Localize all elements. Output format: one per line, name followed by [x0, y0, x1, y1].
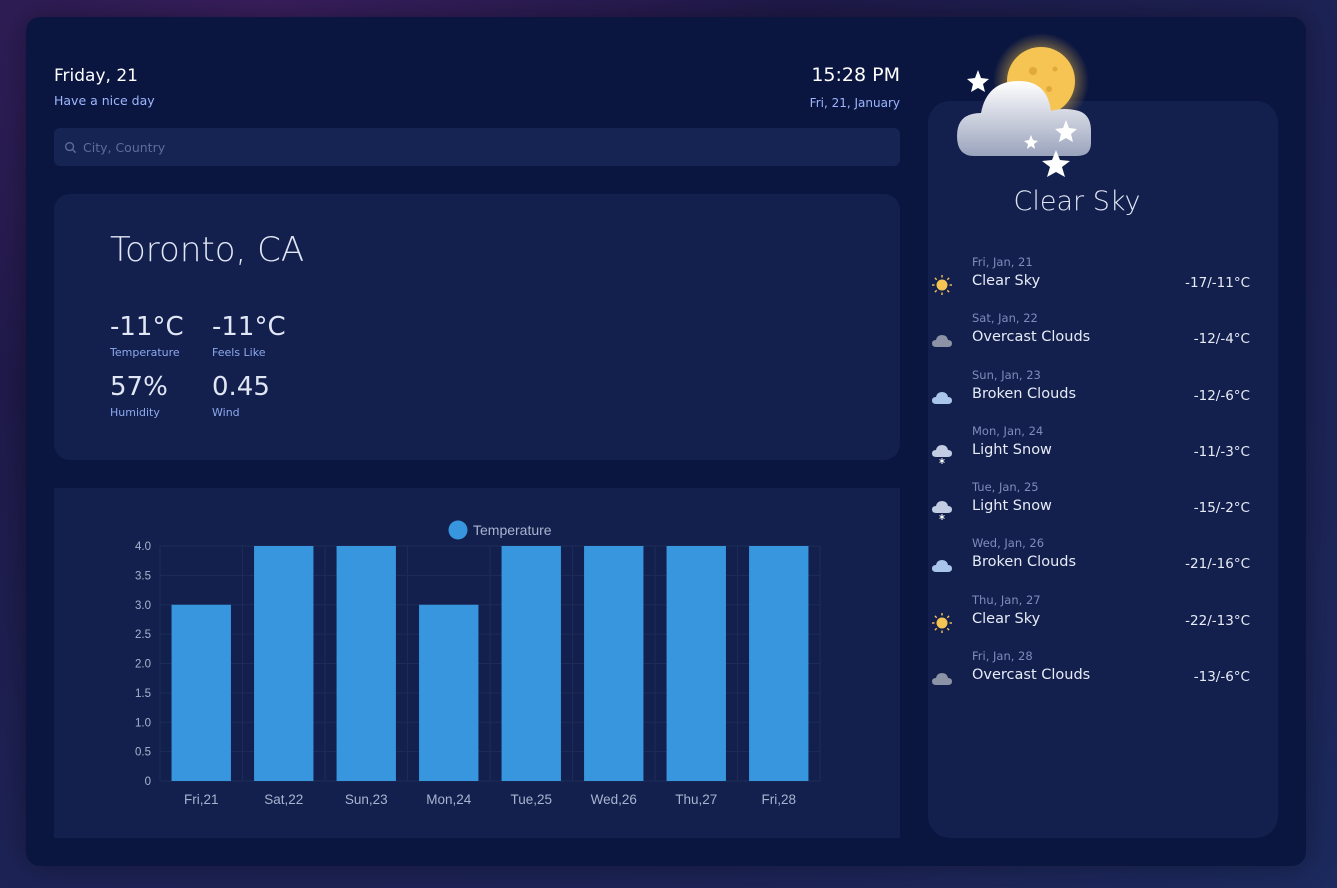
forecast-description: Light Snow: [972, 498, 1052, 515]
forecast-item: Sun, Jan, 23 Broken Clouds -12/-6°C: [928, 366, 1250, 422]
temperature-bar: [336, 546, 396, 781]
forecast-description: Broken Clouds: [972, 385, 1077, 402]
city-name: Toronto, CA: [110, 230, 305, 270]
forecast-temperature: -22/-13°C: [1185, 612, 1250, 629]
legend-swatch: [448, 520, 468, 540]
forecast-date: Fri, Jan, 21: [972, 255, 1033, 269]
broken-cloud-icon: [932, 391, 952, 404]
forecast-description: Light Snow: [972, 441, 1052, 458]
forecast-date: Mon, Jan, 24: [972, 423, 1044, 438]
temperature-value: -11°C: [110, 312, 184, 342]
forecast-temperature: -21/-16°C: [1185, 556, 1250, 573]
y-tick-label: 2.0: [135, 659, 151, 671]
forecast-temperature: -12/-4°C: [1193, 331, 1250, 348]
feels-like-stat: -11°C Feels Like: [212, 312, 286, 359]
sun-icon: [932, 612, 952, 633]
search-bar[interactable]: [54, 128, 900, 166]
forecast-date: Sun, Jan, 23: [972, 367, 1041, 382]
current-day: Friday, 21: [54, 66, 138, 86]
temperature-label: Temperature: [110, 346, 180, 359]
temperature-bar: [171, 604, 231, 781]
snow-cloud-icon: [932, 444, 952, 464]
y-tick-label: 3.5: [135, 570, 151, 582]
search-icon: [64, 141, 77, 153]
forecast-date: Tue, Jan, 25: [972, 480, 1039, 495]
forecast-description: Broken Clouds: [972, 554, 1077, 571]
current-time: 15:28 PM: [811, 64, 900, 86]
forecast-description: Clear Sky: [972, 610, 1041, 627]
forecast-temperature: -11/-3°C: [1193, 443, 1250, 460]
forecast-temperature: -12/-6°C: [1193, 387, 1250, 404]
y-tick-label: 1.5: [135, 688, 151, 700]
y-tick-label: 0: [145, 776, 151, 788]
forecast-item: Fri, Jan, 28 Overcast Clouds -13/-6°C: [928, 647, 1250, 703]
forecast-item: Mon, Jan, 24 Light Snow -11/-3°C: [928, 422, 1250, 478]
y-tick-label: 3.0: [135, 600, 151, 612]
y-tick-label: 0.5: [135, 747, 151, 759]
y-tick-label: 2.5: [135, 629, 151, 641]
forecast-date: Fri, Jan, 28: [972, 649, 1033, 664]
overcast-cloud-icon: [932, 673, 952, 686]
forecast-date: Thu, Jan, 27: [972, 592, 1041, 607]
forecast-description: Overcast Clouds: [972, 329, 1091, 346]
x-tick-label: Fri,21: [184, 792, 219, 807]
temperature-stat: -11°C Temperature: [110, 312, 184, 359]
forecast-item: Tue, Jan, 25 Light Snow -15/-2°C: [928, 478, 1250, 534]
forecast-temperature: -15/-2°C: [1193, 500, 1250, 517]
overcast-cloud-icon: [932, 335, 952, 348]
greeting-text: Have a nice day: [54, 93, 155, 108]
forecast-description: Clear Sky: [972, 273, 1041, 289]
sun-icon: [932, 275, 952, 295]
humidity-stat: 57% Humidity: [110, 372, 168, 419]
x-tick-label: Fri,28: [761, 792, 796, 807]
forecast-item: Fri, Jan, 21 Clear Sky -17/-11°C: [928, 253, 1250, 309]
forecast-item: Wed, Jan, 26 Broken Clouds -21/-16°C: [928, 534, 1250, 590]
current-weather-card: Toronto, CA -11°C Temperature -11°C Feel…: [54, 194, 900, 460]
search-input[interactable]: [83, 139, 843, 155]
temperature-bar: [501, 546, 561, 781]
temperature-bar: [254, 546, 314, 781]
legend-label: Temperature: [473, 522, 552, 538]
forecast-list: Fri, Jan, 21 Clear Sky -17/-11°C Sat, Jan, …: [928, 253, 1250, 703]
humidity-label: Humidity: [110, 406, 160, 419]
temperature-bar: [419, 604, 479, 781]
wind-stat: 0.45 Wind: [212, 372, 270, 419]
x-tick-label: Mon,24: [426, 792, 472, 807]
forecast-description: Overcast Clouds: [972, 667, 1091, 684]
temperature-bar: [666, 546, 726, 781]
snow-cloud-icon: [932, 501, 952, 521]
hero-condition: Clear Sky: [1013, 186, 1141, 217]
forecast-temperature: -13/-6°C: [1193, 669, 1250, 686]
humidity-value: 57%: [110, 372, 168, 402]
x-tick-label: Thu,27: [675, 792, 717, 807]
y-tick-label: 1.0: [135, 717, 151, 729]
feels-like-value: -11°C: [212, 312, 286, 342]
temperature-bar: [749, 546, 809, 781]
y-tick-label: 4.0: [135, 541, 151, 553]
x-tick-label: Wed,26: [591, 792, 637, 807]
forecast-item: Thu, Jan, 27 Clear Sky -22/-13°C: [928, 591, 1250, 647]
broken-cloud-icon: [932, 560, 952, 573]
forecast-date: Wed, Jan, 26: [972, 536, 1045, 551]
x-tick-label: Tue,25: [510, 792, 552, 807]
temperature-bar: [584, 546, 644, 781]
wind-value: 0.45: [212, 372, 270, 402]
temperature-bar-chart: 0 0.5 1.0 1.5 2.0 2.5 3.0 3.5 4.0 Fri,21 Sat,22 Sun…: [135, 520, 821, 807]
current-date: Fri, 21, January: [809, 96, 900, 110]
forecast-temperature: -17/-11°C: [1185, 275, 1250, 291]
wind-label: Wind: [212, 406, 240, 419]
forecast-item: Sat, Jan, 22 Overcast Clouds -12/-4°C: [928, 309, 1250, 365]
feels-like-label: Feels Like: [212, 346, 266, 359]
x-tick-label: Sun,23: [345, 792, 388, 807]
moon-cloud-stars-icon: [957, 33, 1091, 177]
x-tick-label: Sat,22: [264, 792, 303, 807]
forecast-date: Sat, Jan, 22: [972, 311, 1038, 326]
temperature-chart-card: 0 0.5 1.0 1.5 2.0 2.5 3.0 3.5 4.0 Fri,21 Sat,22 Sun…: [54, 488, 900, 838]
